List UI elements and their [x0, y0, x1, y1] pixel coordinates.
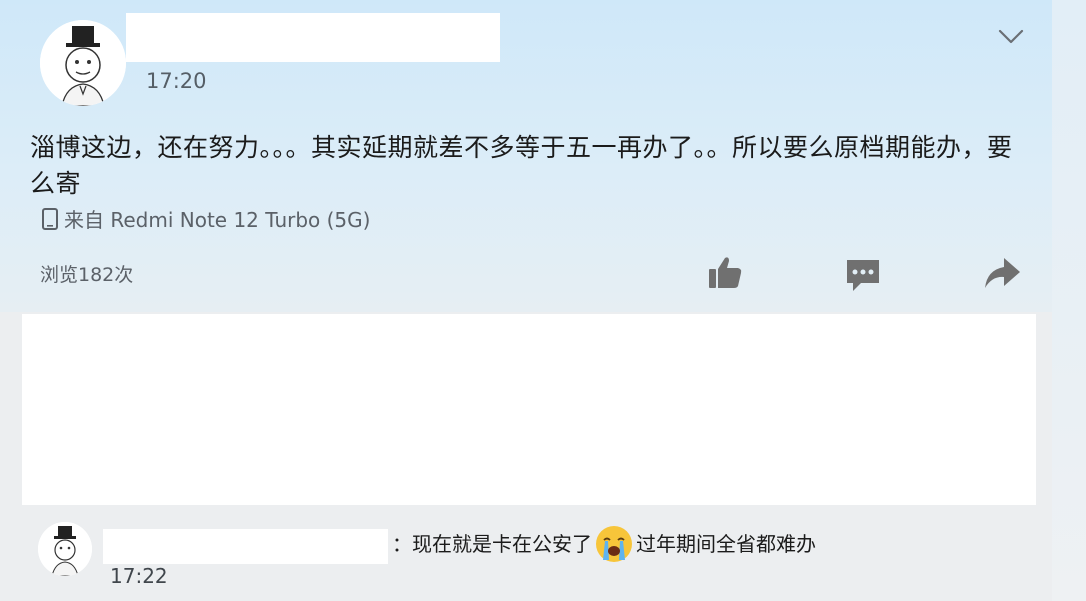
- post-source: 来自 Redmi Note 12 Turbo (5G): [40, 204, 370, 233]
- comment-text-after: 过年期间全省都难办: [636, 532, 816, 556]
- commenter-avatar[interactable]: [38, 522, 92, 576]
- user-avatar[interactable]: [40, 20, 126, 106]
- comment-time: 17:22: [110, 564, 168, 588]
- chevron-down-icon[interactable]: [996, 24, 1026, 48]
- thumbs-up-icon[interactable]: [706, 254, 744, 292]
- post-time: 17:20: [146, 69, 207, 93]
- phone-icon: [42, 207, 58, 230]
- scroll-gutter: [1052, 0, 1086, 601]
- content-placeholder: [22, 314, 1036, 505]
- comment-text: ：现在就是卡在公安了 过年期间全省都难办: [392, 518, 816, 570]
- post-text: 淄博这边，还在努力。。。其实延期就差不多等于五一再办了。。所以要么原档期能办，要…: [30, 133, 1013, 198]
- source-label: 来自 Redmi Note 12 Turbo (5G): [64, 208, 371, 232]
- page: 17:20 淄博这边，还在努力。。。其实延期就差不多等于五一再办了。。所以要么原…: [0, 0, 1086, 601]
- crying-face-icon: [596, 526, 632, 562]
- username-redacted: [126, 13, 500, 62]
- post-card: 17:20 淄博这边，还在努力。。。其实延期就差不多等于五一再办了。。所以要么原…: [0, 0, 1052, 312]
- comment-text-before: ：现在就是卡在公安了: [392, 532, 592, 556]
- comment-bubble-icon[interactable]: [844, 256, 882, 294]
- share-arrow-icon[interactable]: [982, 256, 1022, 292]
- view-count: 浏览182次: [40, 264, 134, 286]
- commenter-name-redacted: [103, 529, 388, 564]
